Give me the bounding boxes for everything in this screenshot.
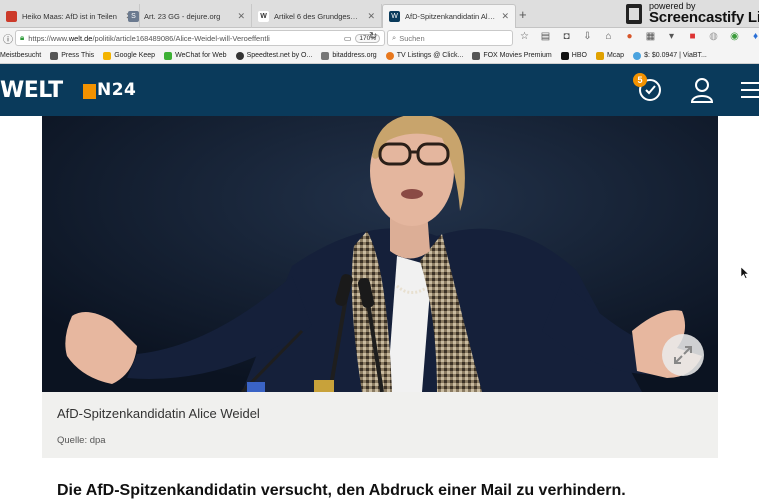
close-icon[interactable]: ✕: [367, 11, 375, 22]
search-icon: ⌕: [392, 33, 397, 42]
expand-icon: [674, 346, 692, 364]
bookmark-item[interactable]: Google Keep: [103, 51, 156, 60]
tab-favicon-icon: [6, 10, 17, 22]
watermark-big-text: Screencastify Li: [649, 9, 759, 26]
bookmark-icon: [235, 51, 244, 60]
bookmark-label: HBO: [571, 52, 587, 59]
bookmark-label: bitaddress.org: [332, 52, 377, 59]
lock-icon: 🔒︎: [20, 33, 25, 42]
notification-badge: 5: [633, 73, 647, 87]
extension-green-icon[interactable]: ◉: [728, 31, 741, 42]
bookmark-icon: [321, 51, 330, 60]
film-icon: [626, 4, 642, 24]
bookmark-item[interactable]: HBO: [560, 51, 587, 60]
clipboard-icon[interactable]: ▦: [644, 31, 657, 42]
bookmark-item[interactable]: FOX Movies Premium: [472, 51, 552, 60]
user-icon[interactable]: [690, 76, 714, 104]
tab-strip: Heiko Maas: AfD ist in Teilen ✕ S Art. 2…: [0, 0, 759, 28]
article-photo[interactable]: [42, 116, 718, 392]
article-lead: Die AfD-Spitzenkandidatin versucht, den …: [57, 482, 626, 499]
tab-favicon-icon: W: [258, 10, 269, 22]
extension-gray-icon[interactable]: ◍: [707, 31, 720, 42]
bookmark-icon: [633, 51, 642, 60]
tab-title: Artikel 6 des Grundgesetzes: [274, 11, 362, 21]
bookmark-item[interactable]: $: $0.0947 | ViaBT...: [633, 51, 707, 60]
bookmark-label: WeChat for Web: [175, 52, 227, 59]
bookmark-icon: [560, 51, 569, 60]
image-source: Quelle: dpa: [57, 435, 106, 446]
bookmarks-bar: Meistbesucht Press This Google Keep WeCh…: [0, 48, 759, 64]
tab-2[interactable]: S Art. 23 GG - dejure.org ✕: [122, 4, 252, 28]
home-icon[interactable]: ⌂: [602, 31, 615, 42]
bookmark-label: Google Keep: [114, 52, 156, 59]
tab-3[interactable]: W Artikel 6 des Grundgesetzes ✕: [252, 4, 382, 28]
bookmark-item[interactable]: Press This: [50, 51, 95, 60]
photo-illustration: [42, 116, 718, 392]
site-header: WELT N24 5: [0, 64, 759, 116]
extension-red-icon[interactable]: ■: [686, 31, 699, 42]
bookmark-icon: [472, 51, 481, 60]
tab-favicon-icon: S: [128, 10, 139, 22]
bookmark-label: Meistbesucht: [0, 52, 42, 59]
bookmark-label: Mcap: [606, 52, 625, 59]
welt-logo[interactable]: WELT: [0, 78, 63, 103]
image-caption: AfD-Spitzenkandidatin Alice Weidel: [57, 406, 260, 421]
info-icon[interactable]: ⓘ: [3, 31, 13, 46]
mouse-cursor-icon: [741, 267, 749, 279]
toolbar-icons: ☆ ▤ ◘ ⇩ ⌂ ● ▦ ▾ ■ ◍ ◉ ♦: [518, 31, 759, 42]
bookmark-icon: [164, 51, 173, 60]
reader-view-icon[interactable]: ▭: [344, 34, 352, 43]
n24-logo-box: [83, 84, 96, 99]
bookmark-label: TV Listings @ Click...: [396, 52, 464, 59]
bookmark-item[interactable]: bitaddress.org: [321, 51, 377, 60]
bookmark-item[interactable]: TV Listings @ Click...: [385, 51, 464, 60]
extension-blue-icon[interactable]: ♦: [749, 31, 759, 42]
close-icon[interactable]: ✕: [237, 11, 245, 22]
screencastify-watermark: powered by Screencastify Li: [622, 0, 759, 28]
library-icon[interactable]: ▤: [539, 31, 552, 42]
bookmark-star-icon[interactable]: ☆: [518, 31, 531, 42]
pocket-icon[interactable]: ◘: [560, 31, 573, 42]
tab-title: AfD-Spitzenkandidatin Alice: [405, 12, 496, 21]
tab-1[interactable]: Heiko Maas: AfD ist in Teilen ✕: [0, 4, 140, 28]
tab-title: Heiko Maas: AfD ist in Teilen: [22, 11, 117, 21]
menu-icon[interactable]: [740, 78, 759, 102]
new-tab-icon[interactable]: +: [519, 7, 527, 22]
bookmark-icon: [103, 51, 112, 60]
tab-title: Art. 23 GG - dejure.org: [144, 11, 221, 21]
extension-color-icon[interactable]: ●: [623, 31, 636, 42]
bookmark-label: Press This: [61, 52, 95, 59]
download-icon[interactable]: ⇩: [581, 31, 594, 42]
tab-favicon-icon: W: [389, 11, 400, 22]
bookmark-icon: [50, 51, 59, 60]
bookmark-label: $: $0.0947 | ViaBT...: [644, 52, 707, 59]
tab-4-active[interactable]: W AfD-Spitzenkandidatin Alice ✕: [382, 4, 516, 28]
bookmark-item[interactable]: Mcap: [595, 51, 625, 60]
search-input[interactable]: [399, 33, 500, 43]
close-icon[interactable]: ✕: [501, 11, 509, 22]
bookmark-item[interactable]: WeChat for Web: [164, 51, 227, 60]
n24-logo[interactable]: N24: [97, 80, 136, 100]
bookmark-icon: [595, 51, 604, 60]
url-text[interactable]: https://www.welt.de/politik/article16848…: [28, 34, 340, 43]
bookmark-item[interactable]: Meistbesucht: [0, 52, 41, 60]
expand-image-button[interactable]: [662, 334, 704, 376]
image-caption-box: AfD-Spitzenkandidatin Alice Weidel Quell…: [42, 392, 718, 458]
bookmark-icon: [385, 51, 394, 60]
bookmark-item[interactable]: Speedtest.net by O...: [235, 51, 313, 60]
reload-icon[interactable]: ↻: [369, 31, 377, 42]
bookmark-label: Speedtest.net by O...: [246, 52, 313, 59]
dropdown-icon[interactable]: ▾: [665, 31, 678, 42]
search-box[interactable]: ⌕: [387, 30, 513, 46]
url-bar[interactable]: 🔒︎ https://www.welt.de/politik/article16…: [15, 30, 385, 46]
bookmark-label: FOX Movies Premium: [483, 52, 552, 59]
navigation-bar: ⓘ 🔒︎ https://www.welt.de/politik/article…: [0, 28, 759, 48]
